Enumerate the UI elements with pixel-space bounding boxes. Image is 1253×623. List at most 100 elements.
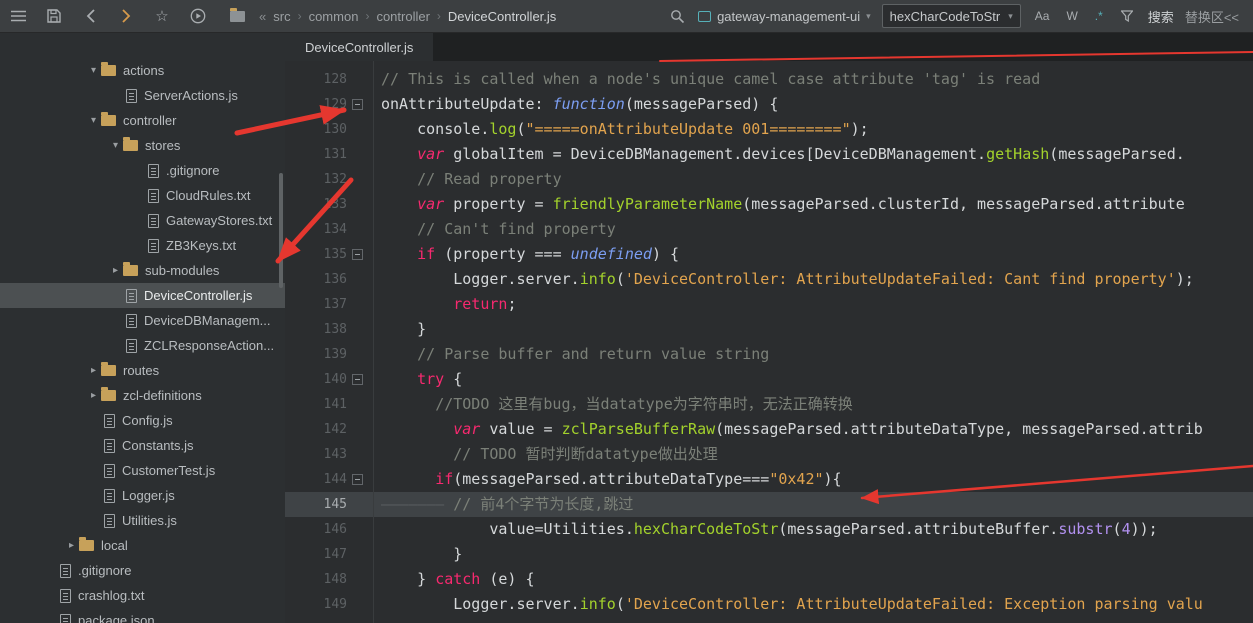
breadcrumb-item[interactable]: controller bbox=[376, 9, 429, 24]
code-line-141[interactable]: 141 //TODO 这里有bug，当datatype为字符串时，无法正确转换 bbox=[285, 392, 1253, 417]
regex-button[interactable]: .* bbox=[1092, 8, 1106, 24]
code-line-135[interactable]: 135 if (property === undefined) { bbox=[285, 242, 1253, 267]
code-line-136[interactable]: 136 Logger.server.info('DeviceController… bbox=[285, 267, 1253, 292]
editor-tab[interactable]: DeviceController.js bbox=[285, 33, 434, 61]
code-line-134[interactable]: 134 // Can't find property bbox=[285, 217, 1253, 242]
code-line-133[interactable]: 133 var property = friendlyParameterName… bbox=[285, 192, 1253, 217]
star-icon[interactable]: ☆ bbox=[152, 6, 172, 26]
tree-item-.gitignore[interactable]: .gitignore bbox=[0, 158, 285, 183]
tree-item-Constants.js[interactable]: Constants.js bbox=[0, 433, 285, 458]
chevron-right-icon[interactable]: ▸ bbox=[108, 265, 123, 276]
folder-icon bbox=[101, 387, 116, 401]
chevron-right-icon[interactable]: ▸ bbox=[86, 390, 101, 401]
chevron-right-icon[interactable]: ▸ bbox=[64, 540, 79, 551]
filter-icon[interactable] bbox=[1117, 6, 1137, 26]
code-line-143[interactable]: 143 // TODO 暂时判断datatype做出处理 bbox=[285, 442, 1253, 467]
tree-item-actions[interactable]: ▾ actions bbox=[0, 58, 285, 83]
search-button[interactable]: 搜索 bbox=[1148, 7, 1174, 26]
code-line-text: ——————— // 前4个字节为长度,跳过 bbox=[381, 495, 634, 513]
tree-item-crashlog.txt[interactable]: crashlog.txt bbox=[0, 583, 285, 608]
tree-item-ZB3Keys.txt[interactable]: ZB3Keys.txt bbox=[0, 233, 285, 258]
code-line-138[interactable]: 138 } bbox=[285, 317, 1253, 342]
code-line-129[interactable]: 129 onAttributeUpdate: function(messagePa… bbox=[285, 92, 1253, 117]
code-line-text: } bbox=[453, 545, 463, 563]
whole-words-button[interactable]: W bbox=[1063, 8, 1080, 24]
code-line-128[interactable]: 128 // This is called when a node's uniqu… bbox=[285, 67, 1253, 92]
gutter: 144 bbox=[285, 467, 373, 492]
code-line-149[interactable]: 149 Logger.server.info('DeviceController… bbox=[285, 592, 1253, 617]
run-icon[interactable] bbox=[188, 6, 208, 26]
match-case-button[interactable]: Aa bbox=[1032, 8, 1053, 24]
find-in-files-icon[interactable] bbox=[667, 6, 687, 26]
breadcrumb-item-current[interactable]: DeviceController.js bbox=[448, 9, 556, 24]
code-line-131[interactable]: 131 var globalItem = DeviceDBManagement.… bbox=[285, 142, 1253, 167]
tree-item-Logger.js[interactable]: Logger.js bbox=[0, 483, 285, 508]
code-line-139[interactable]: 139 // Parse buffer and return value str… bbox=[285, 342, 1253, 367]
chevron-down-icon[interactable]: ▾ bbox=[86, 115, 101, 126]
code-line-148[interactable]: 148 } catch (e) { bbox=[285, 567, 1253, 592]
tree-item-Utilities.js[interactable]: Utilities.js bbox=[0, 508, 285, 533]
toolbar: ☆ « src › common › controller › DeviceCo… bbox=[0, 0, 1253, 33]
tree-item-DeviceController.js[interactable]: DeviceController.js bbox=[0, 283, 285, 308]
fold-marker-icon[interactable] bbox=[352, 249, 363, 260]
line-number: 147 bbox=[323, 547, 347, 562]
chevron-down-icon[interactable]: ▾ bbox=[86, 65, 101, 76]
code-line-144[interactable]: 144 if(messageParsed.attributeDataType==… bbox=[285, 467, 1253, 492]
code-area[interactable]: 128 // This is called when a node's uniqu… bbox=[285, 61, 1253, 623]
tree-item-stores[interactable]: ▾ stores bbox=[0, 133, 285, 158]
code-line-132[interactable]: 132 // Read property bbox=[285, 167, 1253, 192]
breadcrumb-item[interactable]: common bbox=[309, 9, 359, 24]
fold-marker-icon[interactable] bbox=[352, 99, 363, 110]
toolbar-right: gateway-management-ui ▾ hexCharCodeToStr… bbox=[667, 4, 1243, 28]
code-line-145[interactable]: 145 ——————— // 前4个字节为长度,跳过 bbox=[285, 492, 1253, 517]
chevron-down-icon: ▾ bbox=[1008, 10, 1013, 21]
breadcrumb-folder-icon bbox=[230, 7, 245, 22]
chevron-right-icon[interactable]: ▸ bbox=[86, 365, 101, 376]
tree-item-controller[interactable]: ▾ controller bbox=[0, 108, 285, 133]
file-icon bbox=[126, 288, 137, 303]
tree-item-ZCLResponseAction...[interactable]: ZCLResponseAction... bbox=[0, 333, 285, 358]
tree-item-.gitignore[interactable]: .gitignore bbox=[0, 558, 285, 583]
tree-item-CustomerTest.js[interactable]: CustomerTest.js bbox=[0, 458, 285, 483]
code-line-140[interactable]: 140 try { bbox=[285, 367, 1253, 392]
search-input[interactable]: hexCharCodeToStr ▾ bbox=[881, 4, 1021, 28]
tree-item-package.json[interactable]: package.json bbox=[0, 608, 285, 623]
breadcrumb-item[interactable]: src bbox=[273, 9, 290, 24]
folder-icon bbox=[101, 112, 116, 126]
code-line-130[interactable]: 130 console.log("=====onAttributeUpdate … bbox=[285, 117, 1253, 142]
line-number: 137 bbox=[323, 297, 347, 312]
tree-item-CloudRules.txt[interactable]: CloudRules.txt bbox=[0, 183, 285, 208]
gutter: 142 bbox=[285, 417, 373, 442]
folder-icon bbox=[123, 262, 138, 276]
fold-marker-icon[interactable] bbox=[352, 474, 363, 485]
chevron-down-icon[interactable]: ▾ bbox=[108, 140, 123, 151]
forward-icon[interactable] bbox=[116, 6, 136, 26]
code-line-142[interactable]: 142 var value = zclParseBufferRaw(messag… bbox=[285, 417, 1253, 442]
fold-marker-icon[interactable] bbox=[352, 374, 363, 385]
tree-item-GatewayStores.txt[interactable]: GatewayStores.txt bbox=[0, 208, 285, 233]
tree-item-Config.js[interactable]: Config.js bbox=[0, 408, 285, 433]
code-line-137[interactable]: 137 return; bbox=[285, 292, 1253, 317]
tree-item-sub-modules[interactable]: ▸ sub-modules bbox=[0, 258, 285, 283]
tree-item-DeviceDBManagem...[interactable]: DeviceDBManagem... bbox=[0, 308, 285, 333]
tree-item-routes[interactable]: ▸ routes bbox=[0, 358, 285, 383]
menu-icon[interactable] bbox=[8, 6, 28, 26]
back-icon[interactable] bbox=[80, 6, 100, 26]
tree-item-local[interactable]: ▸ local bbox=[0, 533, 285, 558]
save-icon[interactable] bbox=[44, 6, 64, 26]
breadcrumb-collapse[interactable]: « bbox=[259, 9, 266, 24]
tree-item-label: ZB3Keys.txt bbox=[166, 238, 237, 253]
project-selector[interactable]: gateway-management-ui ▾ bbox=[698, 9, 871, 24]
tree-item-zcl-definitions[interactable]: ▸ zcl-definitions bbox=[0, 383, 285, 408]
tree-item-ServerActions.js[interactable]: ServerActions.js bbox=[0, 83, 285, 108]
replace-toggle-button[interactable]: 替换区<< bbox=[1185, 7, 1239, 26]
tree-scrollbar[interactable] bbox=[279, 173, 283, 288]
code-line-text: if (property === undefined) { bbox=[417, 245, 680, 263]
code-line-147[interactable]: 147 } bbox=[285, 542, 1253, 567]
code-line-146[interactable]: 146 value=Utilities.hexCharCodeToStr(mes… bbox=[285, 517, 1253, 542]
folder-icon bbox=[101, 362, 116, 376]
tree-item-label: local bbox=[101, 538, 128, 553]
